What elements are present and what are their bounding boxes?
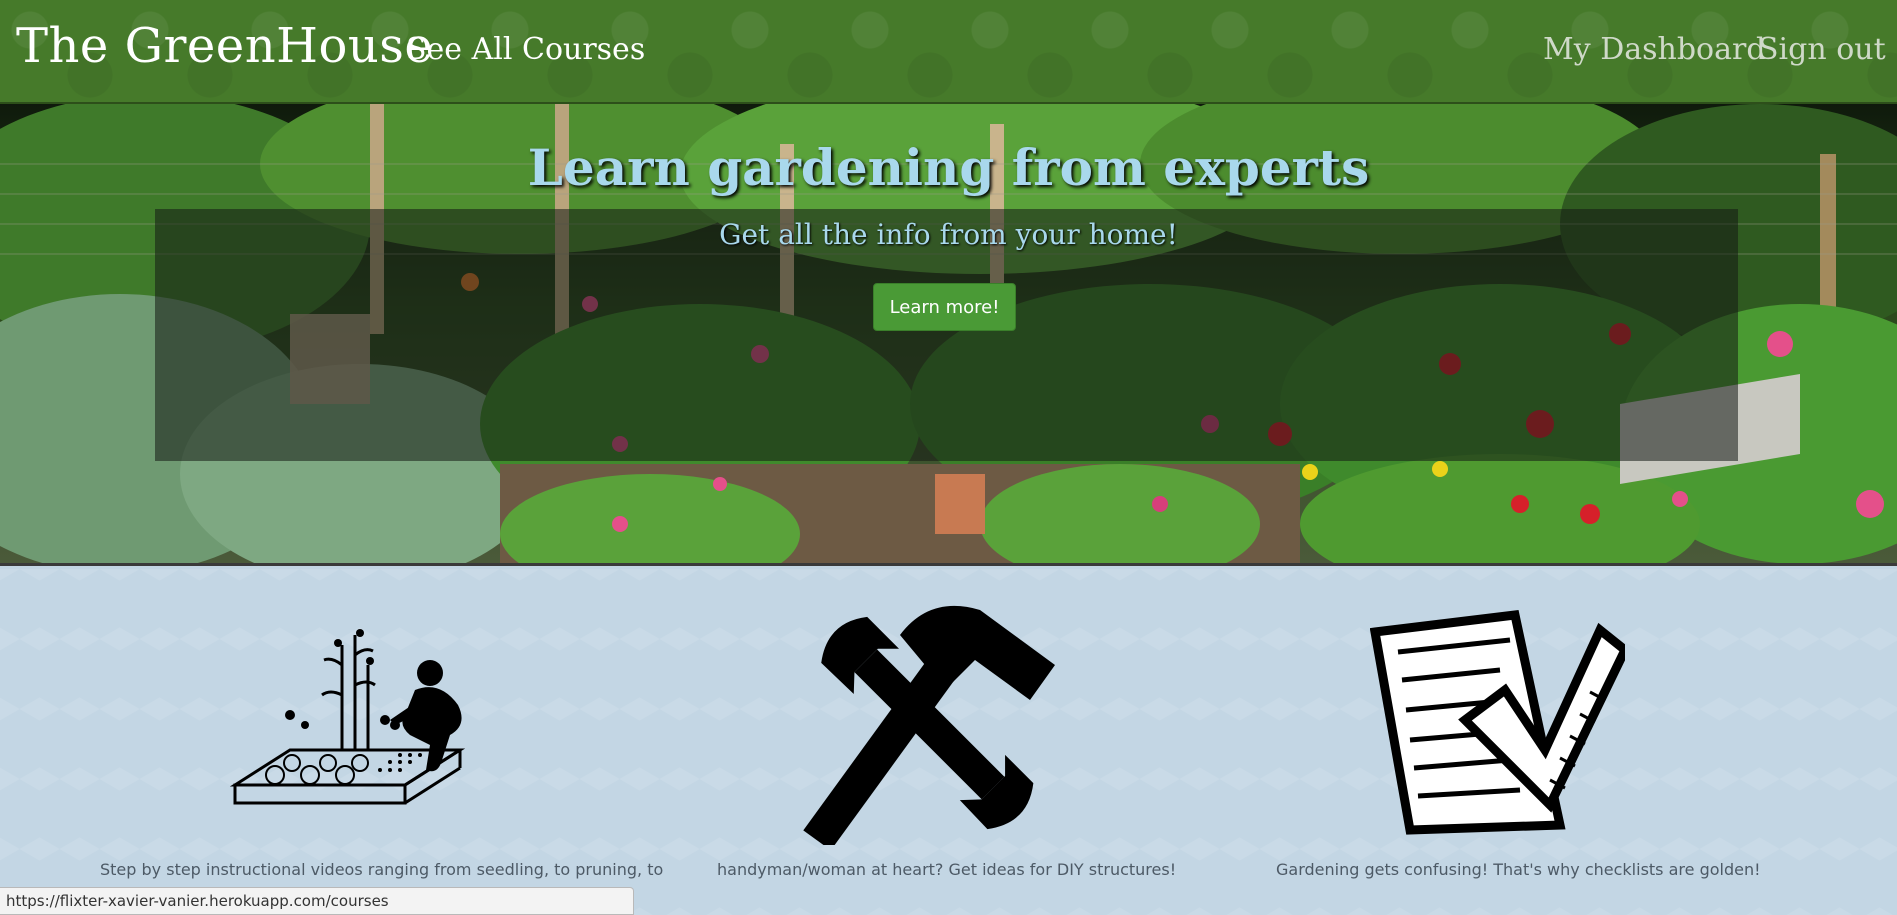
my-dashboard-link[interactable]: My Dashboard (1543, 32, 1766, 67)
checklist-icon (1370, 610, 1625, 835)
sign-out-link[interactable]: Sign out (1758, 32, 1886, 67)
feature-text-diy: handyman/woman at heart? Get ideas for D… (717, 860, 1177, 879)
brand-logo-link[interactable]: The GreenHouse (16, 18, 433, 74)
wrench-hammer-tools-icon (803, 605, 1055, 845)
see-all-courses-link[interactable]: See All Courses (406, 32, 645, 67)
feature-text-checklists: Gardening gets confusing! That's why che… (1276, 860, 1761, 879)
gardener-raised-bed-icon (230, 629, 466, 805)
top-navbar: The GreenHouse See All Courses My Dashbo… (0, 0, 1897, 104)
browser-status-bar: https://flixter-xavier-vanier.herokuapp.… (0, 887, 634, 915)
hero-subheading: Get all the info from your home! (719, 218, 1178, 251)
learn-more-button[interactable]: Learn more! (873, 283, 1016, 331)
hero-heading: Learn gardening from experts (527, 138, 1370, 197)
feature-text-videos: Step by step instructional videos rangin… (100, 860, 664, 879)
